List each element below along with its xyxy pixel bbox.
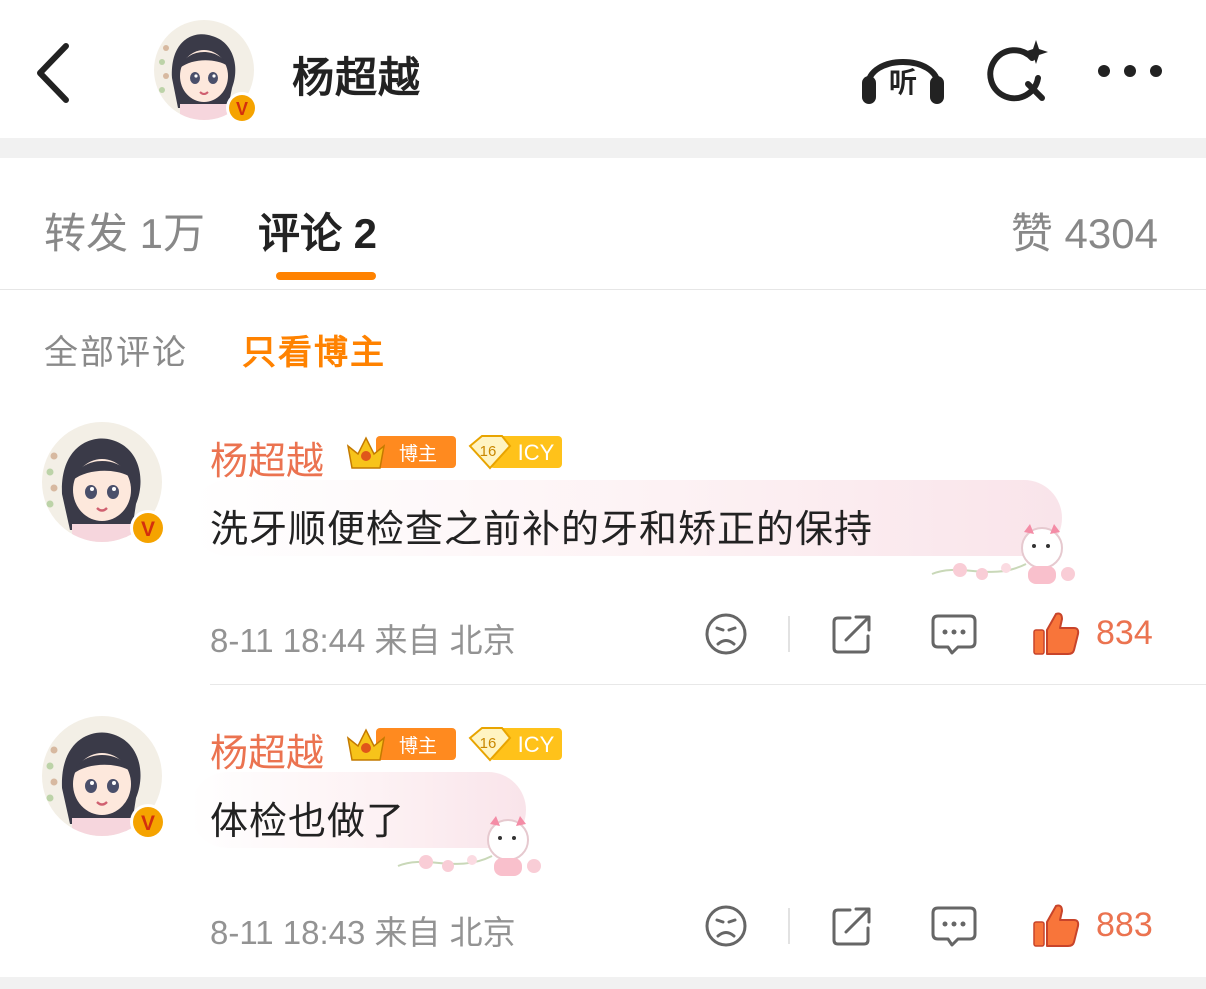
level-number: 16 <box>480 443 497 460</box>
search-icon[interactable] <box>982 38 1050 106</box>
tab-bar: 转发 1万 评论 2 赞 4304 <box>0 158 1206 290</box>
tab-likes[interactable]: 赞 4304 <box>1011 200 1158 261</box>
active-tab-indicator <box>276 272 376 280</box>
thumbs-up-icon[interactable] <box>1032 610 1080 656</box>
blogger-badge-label: 博主 <box>399 735 437 757</box>
filter-all-comments[interactable]: 全部评论 <box>44 325 188 374</box>
section-divider <box>0 138 1206 158</box>
comment-icon[interactable] <box>930 612 978 656</box>
action-divider <box>788 908 790 944</box>
comment-item: V 杨超越 博主 16 ICY 体检也做了 8-11 18:43 来自 北京 8… <box>0 686 1206 976</box>
filter-blogger-only[interactable]: 只看博主 <box>242 325 386 374</box>
listen-label: 听 <box>889 66 917 99</box>
action-divider <box>788 616 790 652</box>
level-tag: ICY <box>518 732 555 757</box>
blogger-badge-label: 博主 <box>399 443 437 465</box>
comment-item: V 杨超越 博主 16 ICY 洗牙顺便检查之前补的牙和矫正的保持 8-11 1… <box>0 400 1206 685</box>
tab-repost[interactable]: 转发 1万 <box>44 200 205 261</box>
commenter-name[interactable]: 杨超越 <box>210 722 324 777</box>
header-avatar[interactable]: V <box>152 18 260 126</box>
comment-text: 体检也做了 <box>210 799 406 843</box>
verified-icon: V <box>236 99 248 119</box>
avatar[interactable]: V <box>40 714 170 844</box>
comment-meta: 8-11 18:43 来自 北京 <box>210 914 516 951</box>
level-number: 16 <box>480 735 497 752</box>
share-icon[interactable] <box>830 612 874 656</box>
like-count[interactable]: 883 <box>1096 906 1153 945</box>
bubble-sticker-icon <box>397 816 541 876</box>
top-bar: V 杨超越 听 <box>0 0 1206 138</box>
sad-face-icon[interactable] <box>704 904 748 948</box>
like-count[interactable]: 834 <box>1096 614 1153 653</box>
comment-divider <box>210 684 1206 685</box>
comment-icon[interactable] <box>930 904 978 948</box>
tab-comments[interactable]: 评论 2 <box>258 200 377 261</box>
section-divider <box>0 977 1206 989</box>
blogger-badge: 博主 <box>346 436 456 469</box>
level-badge: 16 ICY <box>468 727 562 762</box>
comment-filter: 全部评论 只看博主 <box>0 291 1206 401</box>
headphones-icon[interactable]: 听 <box>858 36 948 108</box>
blogger-badge: 博主 <box>346 728 456 761</box>
avatar[interactable]: V <box>40 420 170 550</box>
more-dots-icon[interactable] <box>1094 56 1166 86</box>
bubble-sticker-icon <box>931 524 1075 584</box>
comment-meta: 8-11 18:44 来自 北京 <box>210 622 516 659</box>
sad-face-icon[interactable] <box>704 612 748 656</box>
level-tag: ICY <box>518 440 555 465</box>
comment-text: 洗牙顺便检查之前补的牙和矫正的保持 <box>210 507 874 551</box>
level-badge: 16 ICY <box>468 435 562 470</box>
commenter-name[interactable]: 杨超越 <box>210 430 324 485</box>
back-icon[interactable] <box>28 38 84 108</box>
verified-icon: V <box>141 518 155 541</box>
share-icon[interactable] <box>830 904 874 948</box>
thumbs-up-icon[interactable] <box>1032 902 1080 948</box>
verified-icon: V <box>141 812 155 835</box>
page-title: 杨超越 <box>292 53 422 102</box>
